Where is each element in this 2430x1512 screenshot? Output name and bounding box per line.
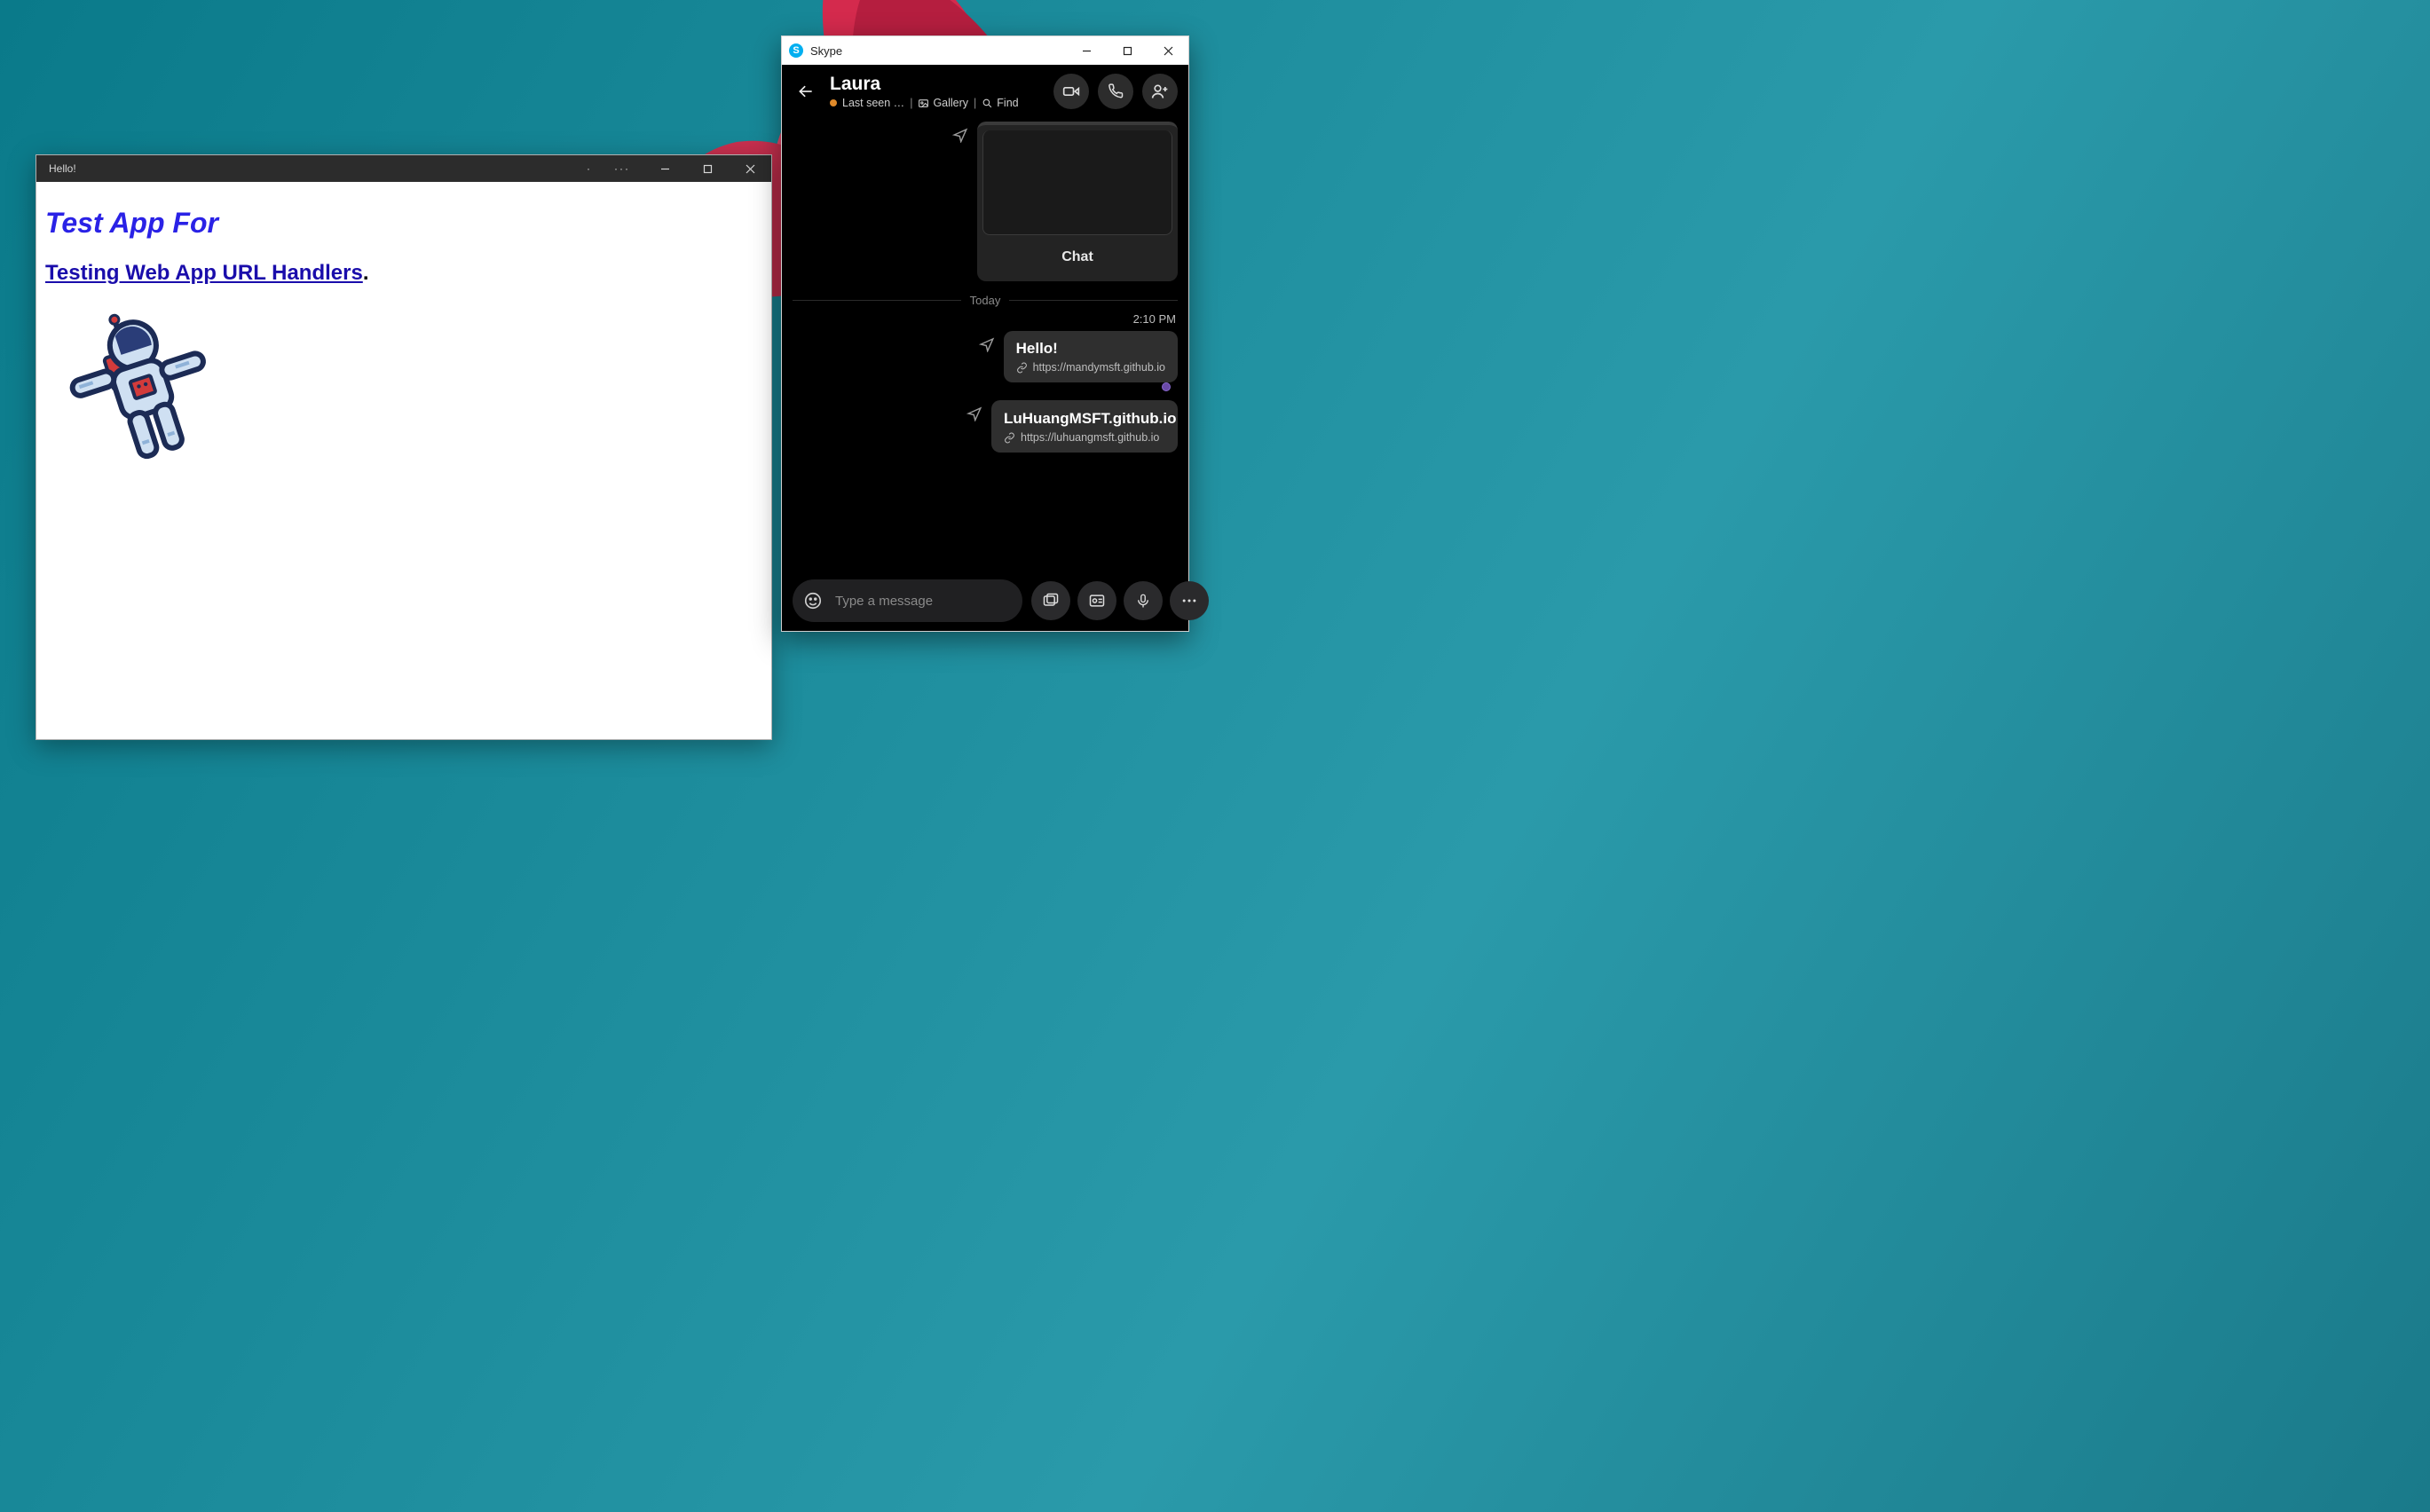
emoji-button[interactable] xyxy=(798,586,828,616)
read-receipt-icon xyxy=(1162,382,1171,391)
message-title: Hello! xyxy=(1016,340,1165,358)
date-separator: Today xyxy=(793,294,1178,307)
back-button[interactable] xyxy=(791,76,821,106)
link-preview-card[interactable]: Chat xyxy=(977,122,1178,281)
skype-maximize-button[interactable] xyxy=(1107,36,1148,65)
pwa-menu-dot-icon[interactable]: · xyxy=(576,155,601,182)
skype-minimize-button[interactable] xyxy=(1066,36,1107,65)
pwa-minimize-button[interactable] xyxy=(643,155,686,182)
chat-messages[interactable]: Chat Today 2:10 PM Hello! https://mandym… xyxy=(782,118,1188,571)
skype-logo-icon: S xyxy=(789,43,803,58)
audio-call-button[interactable] xyxy=(1098,74,1133,109)
pwa-content: Test App For Testing Web App URL Handler… xyxy=(36,182,771,739)
message-url[interactable]: https://luhuangmsft.github.io xyxy=(1004,431,1165,444)
skype-close-button[interactable] xyxy=(1148,36,1188,65)
link-icon xyxy=(1016,362,1028,374)
url-handlers-link[interactable]: Testing Web App URL Handlers xyxy=(45,261,363,285)
video-call-button[interactable] xyxy=(1053,74,1089,109)
add-participant-button[interactable] xyxy=(1142,74,1178,109)
pwa-titlebar[interactable]: Hello! · ··· xyxy=(36,155,771,182)
presence-away-icon xyxy=(830,99,837,106)
page-subheading: Testing Web App URL Handlers. xyxy=(45,261,762,286)
pwa-close-button[interactable] xyxy=(729,155,771,182)
sent-indicator-icon xyxy=(966,406,982,421)
gallery-link[interactable]: Gallery xyxy=(918,97,968,109)
astronaut-icon xyxy=(51,311,228,488)
pwa-title: Hello! xyxy=(49,162,576,175)
more-options-button[interactable] xyxy=(1170,581,1209,620)
sent-indicator-icon xyxy=(952,127,968,143)
sent-indicator-icon xyxy=(979,336,995,352)
message-timestamp: 2:10 PM xyxy=(793,312,1178,326)
pwa-window: Hello! · ··· Test App For Testing Web Ap… xyxy=(36,154,772,740)
skype-titlebar[interactable]: S Skype xyxy=(782,36,1188,65)
message-url[interactable]: https://mandymsft.github.io xyxy=(1016,361,1165,374)
message-composer xyxy=(782,571,1188,622)
message-bubble[interactable]: LuHuangMSFT.github.io https://luhuangmsf… xyxy=(991,400,1178,453)
record-audio-button[interactable] xyxy=(1124,581,1163,620)
send-file-button[interactable] xyxy=(1031,581,1070,620)
message-input[interactable] xyxy=(828,594,1019,609)
contact-name[interactable]: Laura xyxy=(830,74,1045,95)
page-heading: Test App For xyxy=(45,207,762,240)
link-preview-label: Chat xyxy=(977,235,1178,281)
pwa-maximize-button[interactable] xyxy=(686,155,729,182)
skype-app-name: Skype xyxy=(810,44,1066,58)
skype-window: S Skype Laura Last seen … | xyxy=(781,35,1189,632)
conversation-header: Laura Last seen … | Gallery | Find xyxy=(782,65,1188,118)
message-bubble[interactable]: Hello! https://mandymsft.github.io xyxy=(1004,331,1178,382)
contact-meta: Last seen … | Gallery | Find xyxy=(830,97,1045,109)
message-title: LuHuangMSFT.github.io xyxy=(1004,409,1165,428)
pwa-more-icon[interactable]: ··· xyxy=(601,155,643,182)
find-link[interactable]: Find xyxy=(982,97,1018,109)
link-preview-thumbnail xyxy=(982,130,1172,235)
period: . xyxy=(363,261,369,285)
last-seen-label: Last seen … xyxy=(842,97,904,109)
link-icon xyxy=(1004,432,1015,444)
send-contact-button[interactable] xyxy=(1077,581,1116,620)
